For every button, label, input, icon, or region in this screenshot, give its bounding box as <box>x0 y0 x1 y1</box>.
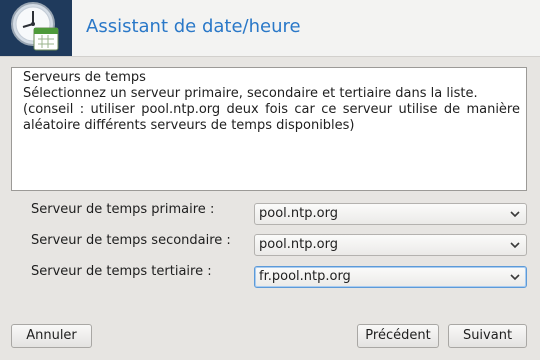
cancel-button[interactable]: Annuler <box>11 324 92 348</box>
tertiary-server-select[interactable]: fr.pool.ntp.org <box>254 266 527 288</box>
info-instruction: Sélectionnez un serveur primaire, second… <box>23 86 478 101</box>
info-text-box: Serveurs de temps Sélectionnez un serveu… <box>11 67 527 191</box>
info-heading: Serveurs de temps <box>23 70 146 85</box>
clock-calendar-icon <box>0 0 72 56</box>
chevron-down-icon <box>510 242 520 249</box>
secondary-server-select[interactable]: pool.ntp.org <box>254 234 527 256</box>
tertiary-server-value: fr.pool.ntp.org <box>259 269 351 284</box>
header-divider <box>0 56 540 57</box>
chevron-down-icon <box>510 211 520 218</box>
previous-button[interactable]: Précédent <box>357 324 439 348</box>
next-button[interactable]: Suivant <box>448 324 527 348</box>
page-title: Assistant de date/heure <box>86 16 301 37</box>
info-hint-line1: (conseil : utiliser pool.ntp.org deux fo… <box>23 102 520 117</box>
primary-server-label: Serveur de temps primaire : <box>31 202 215 217</box>
chevron-down-icon <box>510 274 520 281</box>
secondary-server-value: pool.ntp.org <box>259 237 338 252</box>
primary-server-value: pool.ntp.org <box>259 206 338 221</box>
primary-server-select[interactable]: pool.ntp.org <box>254 203 527 225</box>
header-banner: Assistant de date/heure <box>0 0 540 56</box>
info-hint-line2: aléatoire différents serveurs de temps d… <box>23 118 355 133</box>
tertiary-server-label: Serveur de temps tertiaire : <box>31 264 212 279</box>
secondary-server-label: Serveur de temps secondaire : <box>31 233 231 248</box>
